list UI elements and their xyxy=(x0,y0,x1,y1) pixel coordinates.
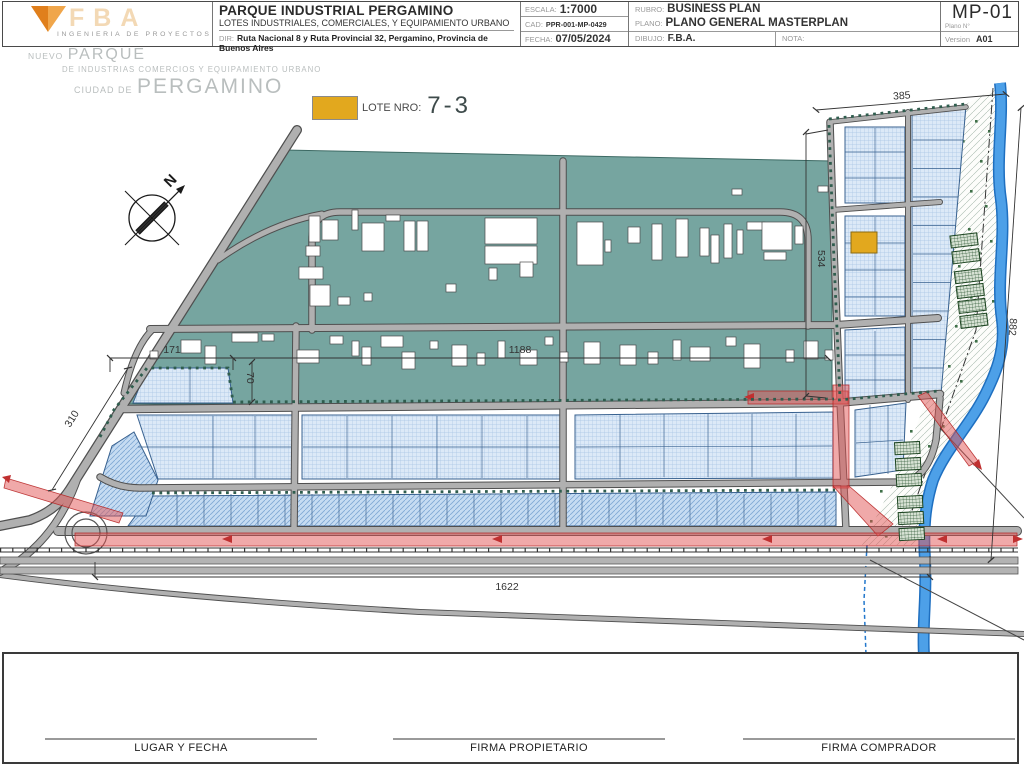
rubro-label: RUBRO: xyxy=(635,4,665,14)
plano-label: PLANO: xyxy=(635,18,663,28)
watermark-line2: DE INDUSTRIAS COMERCIOS Y EQUIPAMIENTO U… xyxy=(62,65,322,74)
masterplan-sheet: FBA INGENIERIA DE PROYECTOS PARQUE INDUS… xyxy=(0,0,1024,768)
lot-color-swatch xyxy=(312,96,358,120)
dim-1188: 1188 xyxy=(509,344,532,356)
signature-buyer: FIRMA COMPRADOR xyxy=(743,738,1015,754)
lot-row2-strip xyxy=(127,491,837,527)
project-title: PARQUE INDUSTRIAL PERGAMINO xyxy=(219,3,454,18)
logo-cell: FBA INGENIERIA DE PROYECTOS xyxy=(3,2,212,46)
watermark-parque: PARQUE xyxy=(67,46,147,63)
dibujo-value: F.B.A. xyxy=(667,33,696,45)
sheet-number: MP-01 xyxy=(952,2,1013,23)
dim-310: 310 xyxy=(62,408,82,429)
highlighted-lot-7-3 xyxy=(850,231,878,254)
dir-value: Ruta Nacional 8 y Ruta Provincial 32, Pe… xyxy=(219,33,488,53)
dim-534: 534 xyxy=(815,250,827,268)
version-label: Version xyxy=(945,34,971,44)
lot-legend: LOTE NRO: 7-3 xyxy=(312,92,471,120)
dim-171: 171 xyxy=(163,344,181,356)
fecha-label: FECHA: xyxy=(525,34,553,44)
signature-line xyxy=(743,738,1015,740)
plano-value: PLANO GENERAL MASTERPLAN xyxy=(665,17,849,30)
project-watermark: NUEVO PARQUE DE INDUSTRIAS COMERCIOS Y E… xyxy=(28,47,321,97)
watermark-ciudad: CIUDAD DE xyxy=(74,84,133,95)
escala-label: ESCALA: xyxy=(525,4,557,14)
version-value: A01 xyxy=(976,34,993,44)
plan-info-cell: RUBRO: BUSINESS PLAN PLANO: PLANO GENERAL … xyxy=(628,2,940,46)
plano-n-label: Plano N° xyxy=(945,23,970,30)
title-block: FBA INGENIERIA DE PROYECTOS PARQUE INDUS… xyxy=(2,1,1019,53)
signature-line xyxy=(45,738,317,740)
signature-box: LUGAR Y FECHA FIRMA PROPIETARIO FIRMA CO… xyxy=(2,652,1019,764)
lot-row1-block3 xyxy=(574,411,834,480)
logo-tagline: INGENIERIA DE PROYECTOS xyxy=(57,31,212,38)
lot-legend-value: 7-3 xyxy=(427,92,471,119)
dim-385: 385 xyxy=(893,89,911,102)
north-label: N xyxy=(161,171,181,191)
project-subtitle: LOTES INDUSTRIALES, COMERCIALES, Y EQUIP… xyxy=(219,18,510,28)
industrial-zone-teal xyxy=(123,149,833,405)
north-arrow-icon: N xyxy=(124,171,185,246)
watermark-pergamino: PERGAMINO xyxy=(136,74,284,98)
watermark-nuevo: NUEVO xyxy=(28,51,64,61)
cad-value: PPR-001-MP-0429 xyxy=(545,19,607,29)
signature-owner: FIRMA PROPIETARIO xyxy=(393,738,665,754)
logo-ghost-text: FBA xyxy=(69,4,148,32)
dim-1622: 1622 xyxy=(495,581,519,593)
fecha-value: 07/05/2024 xyxy=(555,33,611,45)
dibujo-label: DIBUJO: xyxy=(635,34,665,44)
dim-882: 882 xyxy=(1006,318,1019,336)
project-cell: PARQUE INDUSTRIAL PERGAMINO LOTES INDUST… xyxy=(212,2,520,53)
meta-cell: ESCALA: 1:7000 CAD: PPR-001-MP-0429 FECHA:… xyxy=(520,2,628,46)
dim-70: 70 xyxy=(244,372,256,384)
signature-place-date: LUGAR Y FECHA xyxy=(45,738,317,754)
escala-value: 1:7000 xyxy=(559,2,598,16)
nota-label: NOTA: xyxy=(782,34,805,44)
dir-label: DIR: xyxy=(219,34,234,43)
signature-line xyxy=(393,738,665,740)
rubro-value: BUSINESS PLAN xyxy=(667,3,761,16)
lot-legend-label: LOTE NRO: xyxy=(362,102,422,114)
cad-label: CAD: xyxy=(525,19,543,29)
sheet-cell: MP-01 Plano N° Version A01 xyxy=(940,2,1018,46)
